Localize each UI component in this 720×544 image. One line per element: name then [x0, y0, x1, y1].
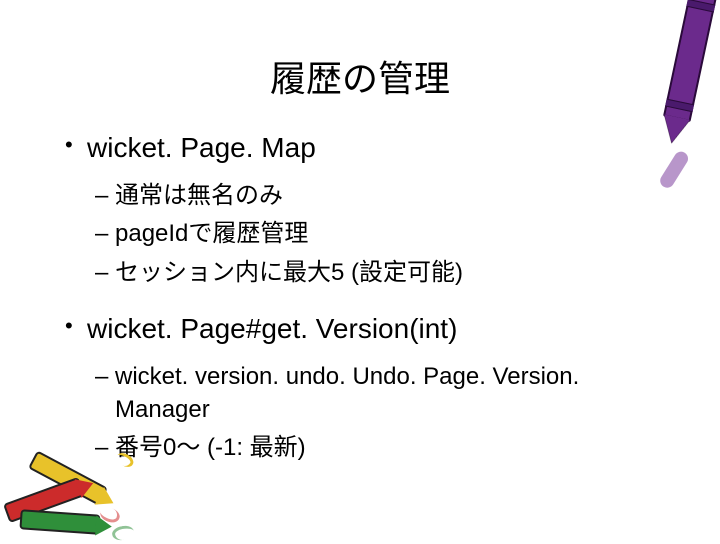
sub-bullet-item: 番号0～ (-1: 最新) — [95, 432, 635, 464]
bullet-item: wicket. Page#get. Version(int) — [65, 313, 660, 345]
crayon-cluster-icon — [0, 434, 152, 544]
sub-bullet-item: 通常は無名のみ — [95, 180, 635, 212]
slide-content: wicket. Page. Map 通常は無名のみ pageIdで履歴管理 セッ… — [0, 132, 720, 464]
sub-bullet-item: pageIdで履歴管理 — [95, 218, 635, 250]
slide: 履歴の管理 wicket. Page. Map 通常は無名のみ pageIdで履… — [0, 0, 720, 540]
sub-bullet-item: wicket. version. undo. Undo. Page. Versi… — [95, 361, 635, 426]
sub-bullet-item: セッション内に最大5 (設定可能) — [95, 257, 635, 289]
bullet-item: wicket. Page. Map — [65, 132, 660, 164]
sub-list: 通常は無名のみ pageIdで履歴管理 セッション内に最大5 (設定可能) — [95, 180, 660, 289]
slide-title: 履歴の管理 — [0, 50, 720, 102]
sub-list: wicket. version. undo. Undo. Page. Versi… — [95, 361, 660, 464]
